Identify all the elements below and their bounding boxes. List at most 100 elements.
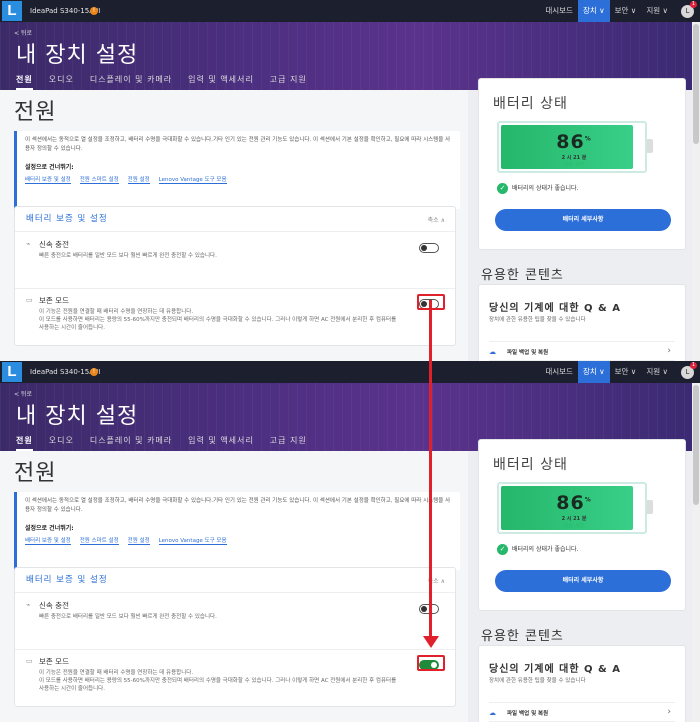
nav-support[interactable]: 지원 ∨ bbox=[641, 0, 673, 22]
fast-charge-desc: 빠른 충전으로 배터리를 일반 모드 보다 훨씬 빠르게 완전 충전할 수 있습… bbox=[39, 253, 217, 259]
battery-cap bbox=[647, 139, 653, 153]
skip-label: 설정으로 건너뛰기: bbox=[25, 525, 74, 532]
fast-charge-label: 신속 충전 bbox=[39, 601, 69, 610]
battery-icon: ▭ bbox=[26, 296, 33, 304]
chevron-right-icon: › bbox=[667, 707, 671, 717]
link-smart-settings[interactable]: 전원 스마트 설정 bbox=[79, 175, 119, 184]
conservation-desc: 이 기능은 전원을 연결할 때 배터리 수명을 연장하는 데 유용합니다. 이 모… bbox=[39, 669, 399, 693]
link-battery-settings[interactable]: 배터리 보증 및 설정 bbox=[25, 536, 71, 545]
useful-content-title: 유용한 콘텐츠 bbox=[481, 629, 564, 644]
cloud-icon: ☁ bbox=[489, 348, 496, 356]
tab-power[interactable]: 전원 bbox=[16, 74, 33, 90]
link-power-settings[interactable]: 전원 설정 bbox=[127, 536, 150, 545]
battery-status-title: 배터리 상태 bbox=[493, 457, 568, 473]
skip-label: 설정으로 건너뛰기: bbox=[25, 164, 74, 171]
battery-time: 2 시 21 분 bbox=[561, 155, 587, 161]
fast-charge-toggle[interactable] bbox=[419, 243, 439, 253]
divider bbox=[15, 592, 455, 593]
screenshot-before: L IdeaPad S340-15API ! 대시보드 장치 ∨ 보안 ∨ 지원… bbox=[0, 0, 700, 361]
battery-cap bbox=[647, 500, 653, 514]
main-nav: 대시보드 장치 ∨ 보안 ∨ 지원 ∨ L1 bbox=[540, 361, 698, 383]
scrollbar[interactable] bbox=[692, 383, 700, 722]
nav-support[interactable]: 지원 ∨ bbox=[641, 361, 673, 383]
scroll-thumb[interactable] bbox=[693, 385, 699, 505]
battery-health: ✓ 배터리의 상태가 좋습니다. bbox=[497, 183, 578, 194]
qa-item-label: 파일 백업 및 복원 bbox=[507, 711, 549, 717]
qa-subtitle: 장치에 관한 유용한 팁을 찾을 수 있습니다 bbox=[489, 678, 586, 684]
annotation-arrow bbox=[429, 300, 432, 640]
nav-security[interactable]: 보안 ∨ bbox=[610, 361, 642, 383]
tab-power[interactable]: 전원 bbox=[16, 435, 33, 451]
main-content: 전원 이 섹션에서는 동적으로 열 설정을 조정하고, 배터리 수명을 극대화할… bbox=[0, 451, 468, 722]
percent-sign: % bbox=[584, 135, 592, 143]
nav-security[interactable]: 보안 ∨ bbox=[610, 0, 642, 22]
conservation-desc-2: 이 모드를 사용하면 배터리는 용량의 55-60%까지만 충전되며 배터리의 … bbox=[39, 678, 397, 692]
highlight-box bbox=[417, 655, 445, 671]
tab-audio[interactable]: 오디오 bbox=[49, 74, 74, 90]
screenshot-after: L IdeaPad S340-15API ! 대시보드 장치 ∨ 보안 ∨ 지원… bbox=[0, 361, 700, 722]
battery-percent: 86% bbox=[499, 492, 649, 514]
setting-fast-charge: ⌁ 신속 충전 빠른 충전으로 배터리를 일반 모드 보다 훨씬 빠르게 완전 … bbox=[26, 600, 443, 652]
tab-audio[interactable]: 오디오 bbox=[49, 435, 74, 451]
check-icon: ✓ bbox=[497, 544, 508, 555]
battery-status-card: 배터리 상태 86% 2 시 21 분 남은 시간 ✓ 배터리의 상태가 좋습니다… bbox=[478, 439, 686, 611]
section-title: 전원 bbox=[14, 461, 57, 486]
battery-status-card: 배터리 상태 86% 2 시 21 분 남은 시간 ✓ 배터리의 상태가 좋습니다… bbox=[478, 78, 686, 250]
battery-health-text: 배터리의 상태가 좋습니다. bbox=[512, 185, 579, 192]
battery-percent-value: 86 bbox=[556, 492, 585, 514]
battery-time: 2 시 21 분 bbox=[561, 516, 587, 522]
top-bar: L IdeaPad S340-15API ! 대시보드 장치 ∨ 보안 ∨ 지원… bbox=[0, 0, 700, 22]
battery-gauge: 86% 2 시 21 분 남은 시간 bbox=[497, 482, 647, 534]
page-title: 내 장치 설정 bbox=[16, 404, 139, 429]
avatar[interactable]: L1 bbox=[681, 0, 697, 18]
toggle-knob bbox=[421, 245, 427, 251]
nav-dashboard[interactable]: 대시보드 bbox=[540, 361, 578, 383]
skip-links: 배터리 보증 및 설정 전원 스마트 설정 전원 설정 Lenovo Vanta… bbox=[25, 175, 452, 184]
divider bbox=[15, 231, 455, 232]
lenovo-logo[interactable]: L bbox=[2, 1, 22, 21]
tab-input-accessories[interactable]: 입력 및 액세서리 bbox=[188, 435, 254, 451]
section-intro: 이 섹션에서는 동적으로 열 설정을 조정하고, 배터리 수명을 극대화할 수 … bbox=[14, 492, 460, 570]
qa-subtitle: 장치에 관한 유용한 팁을 찾을 수 있습니다 bbox=[489, 317, 586, 323]
link-power-settings[interactable]: 전원 설정 bbox=[127, 175, 150, 184]
fast-charge-icon: ⌁ bbox=[26, 601, 31, 609]
link-vantage-toolbar[interactable]: Lenovo Vantage 도구 모음 bbox=[158, 536, 227, 545]
battery-percent: 86% bbox=[499, 131, 649, 153]
toggle-knob bbox=[421, 606, 427, 612]
link-battery-settings[interactable]: 배터리 보증 및 설정 bbox=[25, 175, 71, 184]
battery-details-button[interactable]: 배터리 세부사항 bbox=[495, 570, 671, 592]
nav-device[interactable]: 장치 ∨ bbox=[577, 361, 610, 383]
qa-card: 당신의 기계에 대한 Q & A 장치에 관한 유용한 팁을 찾을 수 있습니다… bbox=[478, 284, 686, 361]
tab-input-accessories[interactable]: 입력 및 액세서리 bbox=[188, 74, 254, 90]
annotation-arrowhead bbox=[423, 636, 439, 648]
intro-text: 이 섹션에서는 동적으로 열 설정을 조정하고, 배터리 수명을 극대화할 수 … bbox=[25, 137, 451, 152]
qa-item-backup[interactable]: ☁ 파일 백업 및 복원 › bbox=[489, 702, 675, 722]
tab-display-camera[interactable]: 디스플레이 및 카메라 bbox=[90, 74, 172, 90]
tab-advanced[interactable]: 고급 지원 bbox=[270, 74, 307, 90]
battery-details-button[interactable]: 배터리 세부사항 bbox=[495, 209, 671, 231]
collapse-button[interactable]: 축소 ∧ bbox=[428, 215, 445, 224]
tab-advanced[interactable]: 고급 지원 bbox=[270, 435, 307, 451]
page-title: 내 장치 설정 bbox=[16, 43, 139, 68]
scroll-thumb[interactable] bbox=[693, 24, 699, 144]
scrollbar[interactable] bbox=[692, 22, 700, 361]
lenovo-logo[interactable]: L bbox=[2, 362, 22, 382]
warning-icon[interactable]: ! bbox=[90, 368, 98, 376]
fast-charge-label: 신속 충전 bbox=[39, 240, 69, 249]
back-link[interactable]: < 뒤로 bbox=[14, 389, 32, 398]
link-smart-settings[interactable]: 전원 스마트 설정 bbox=[79, 536, 119, 545]
conservation-label: 보존 모드 bbox=[39, 296, 69, 305]
card-title: 배터리 보증 및 설정 bbox=[26, 214, 108, 224]
link-vantage-toolbar[interactable]: Lenovo Vantage 도구 모음 bbox=[158, 175, 227, 184]
fast-charge-icon: ⌁ bbox=[26, 240, 31, 248]
warning-icon[interactable]: ! bbox=[90, 7, 98, 15]
intro-text: 이 섹션에서는 동적으로 열 설정을 조정하고, 배터리 수명을 극대화할 수 … bbox=[25, 498, 451, 513]
avatar[interactable]: L1 bbox=[681, 361, 697, 379]
battery-icon: ▭ bbox=[26, 657, 33, 665]
back-link[interactable]: < 뒤로 bbox=[14, 28, 32, 37]
nav-dashboard[interactable]: 대시보드 bbox=[540, 0, 578, 22]
tab-display-camera[interactable]: 디스플레이 및 카메라 bbox=[90, 435, 172, 451]
setting-conservation: ▭ 보존 모드 이 기능은 전원을 연결할 때 배터리 수명을 연장하는 데 유… bbox=[26, 294, 445, 347]
qa-item-backup[interactable]: ☁ 파일 백업 및 복원 › bbox=[489, 341, 675, 361]
nav-device[interactable]: 장치 ∨ bbox=[577, 0, 610, 22]
